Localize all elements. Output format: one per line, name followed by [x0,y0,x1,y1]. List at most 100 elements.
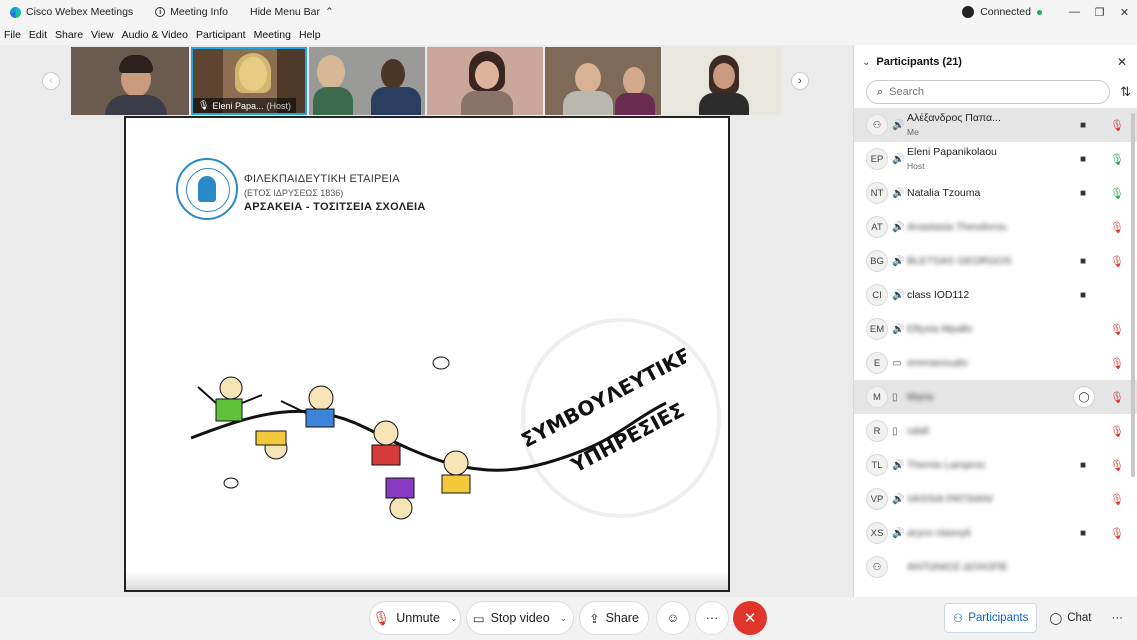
audio-icon: 🔊 [892,187,905,199]
school-name: ΑΡΣΑΚΕΙΑ - ΤΟΣΙΤΣΕΙΑ ΣΧΟΛΕΙΑ [244,201,426,213]
participant-row[interactable]: CI 🔊 class IOD112 ■ [854,278,1137,312]
stop-video-button[interactable]: ▭ Stop video ⌄ [466,601,574,635]
participants-toggle-button[interactable]: ⚇ Participants [943,603,1038,633]
muted-mic-icon[interactable]: 🎙 [1110,459,1124,472]
participant-row[interactable]: E ▭ emmanoualo 🎙 [854,346,1137,380]
smiley-icon: ☺ [666,611,680,625]
connection-status: Connected [980,6,1031,18]
restore-button[interactable]: ❐ [1087,6,1112,19]
chevron-down-icon[interactable]: ⌄ [450,613,458,624]
video-thumbnail[interactable] [663,47,781,115]
end-meeting-button[interactable]: ✕ [733,601,767,635]
participant-avatar: M [866,386,888,408]
participant-name: class IOD112 [907,289,970,301]
menu-audio-video[interactable]: Audio & Video [122,29,188,41]
participant-avatar: AT [866,216,888,238]
participant-avatar: TL [866,454,888,476]
minimize-button[interactable]: — [1062,6,1087,18]
person-icon: ⚇ [952,613,964,625]
strip-next-button[interactable]: › [791,72,809,90]
video-thumbnail[interactable] [71,47,189,115]
strip-prev-button[interactable]: ‹ [42,72,60,90]
participant-row[interactable]: VP 🔊 VASSIA PATSIANI 🎙 [854,482,1137,516]
chat-toggle-button[interactable]: ◯ Chat [1041,603,1099,633]
muted-mic-icon[interactable]: 🎙 [1110,425,1124,438]
org-founded: (ΕΤΟΣ ΙΔΡΥΣΕΩΣ 1836) [244,188,344,198]
participant-role: Host [907,161,925,171]
reactions-button[interactable]: ☺ [656,601,690,635]
participants-title: Participants (21) [876,56,962,68]
scrollbar[interactable] [1131,113,1135,477]
participant-name: aryco ctasoyli [907,527,971,539]
participant-row[interactable]: TL 🔊 Themis Lampros ■ 🎙 [854,448,1137,482]
participant-row[interactable]: AT 🔊 Anastasia Theodorou 🎙 [854,210,1137,244]
video-thumbnail[interactable] [427,47,543,115]
participant-row[interactable]: ⚇ 🔊 Αλέξανδρος Παπα... Me ■ 🎙 [854,108,1137,142]
phone-icon: ▯ [892,391,898,403]
muted-mic-icon[interactable]: 🎙 [1110,527,1124,540]
participant-row[interactable]: R ▯ ralali 🎙 [854,414,1137,448]
kids-illustration: ΣΥΜΒΟΥΛΕΥΤΙΚΕΣ ΥΠΗΡΕΣΙΕΣ [190,343,686,520]
menu-meeting[interactable]: Meeting [254,29,291,41]
participant-avatar: XS [866,522,888,544]
mic-icon[interactable]: 🎙 [1110,187,1124,200]
overflow-menu-button[interactable]: ··· [1104,603,1132,633]
phone-icon: ▯ [892,425,898,437]
menu-edit[interactable]: Edit [29,29,47,41]
participant-row[interactable]: EP 🔊 Eleni Papanikolaou Host ■ 🎙 [854,142,1137,176]
meeting-info-button[interactable]: i Meeting Info [151,0,232,24]
participant-role: Me [907,127,919,137]
close-window-button[interactable]: ✕ [1112,6,1137,19]
more-options-button[interactable]: ··· [695,601,729,635]
org-name: ΦΙΛΕΚΠΑΙΔΕΥΤΙΚΗ ΕΤΑΙΡΕΙΑ [244,173,400,185]
webex-logo-icon [10,6,21,18]
collapse-chevron-icon[interactable]: ⌄ [862,57,870,68]
sort-icon[interactable]: ⇅ [1120,84,1131,100]
participants-panel-header: ⌄ Participants (21) ✕ [854,45,1137,79]
menu-participant[interactable]: Participant [196,29,246,41]
participant-row[interactable]: EM 🔊 Eftyxia Mpallo 🎙 [854,312,1137,346]
participant-avatar: VP [866,488,888,510]
muted-mic-icon[interactable]: 🎙 [1110,255,1124,268]
menu-help[interactable]: Help [299,29,321,41]
muted-mic-icon[interactable]: 🎙 [1110,221,1124,234]
chevron-down-icon[interactable]: ⌄ [560,613,568,624]
menu-bar: File Edit Share View Audio & Video Parti… [0,24,1137,45]
unmute-button[interactable]: 🎙 Unmute ⌄ [369,601,461,635]
video-thumbnail[interactable] [309,47,425,115]
video-thumbnail-active-speaker[interactable]: 🎙 Eleni Papa... (Host) [191,47,307,115]
participant-row[interactable]: NT 🔊 Natalia Tzouma ■ 🎙 [854,176,1137,210]
title-bar: Cisco Webex Meetings i Meeting Info Hide… [0,0,1137,24]
participant-row[interactable]: XS 🔊 aryco ctasoyli ■ 🎙 [854,516,1137,550]
audio-icon: 🔊 [892,153,905,165]
hide-menu-bar-button[interactable]: Hide Menu Bar ⌃ [246,0,338,24]
menu-share[interactable]: Share [55,29,83,41]
video-thumbnail[interactable] [545,47,661,115]
close-panel-button[interactable]: ✕ [1117,55,1127,69]
video-camera-icon: ■ [1080,255,1087,267]
search-input[interactable] [889,86,1090,98]
participant-avatar: R [866,420,888,442]
person-avatar-icon: ⚇ [866,556,888,578]
mic-icon[interactable]: 🎙 [1110,153,1124,166]
menu-file[interactable]: File [4,29,21,41]
participant-name: Anastasia Theodorou [907,221,1007,233]
school-seal-logo [176,158,238,220]
muted-mic-icon[interactable]: 🎙 [1110,493,1124,506]
menu-view[interactable]: View [91,29,114,41]
participant-name: Maria [907,391,934,403]
share-button[interactable]: ⇪ Share [579,601,649,635]
muted-mic-icon[interactable]: 🎙 [1110,391,1124,404]
chat-bubble-icon[interactable]: ◯ [1073,386,1095,408]
participant-row[interactable]: M ▯ Maria ◯ 🎙 [854,380,1137,414]
video-camera-icon: ■ [1080,459,1087,471]
participant-search[interactable]: ⌕ [866,80,1110,104]
audio-icon: 🔊 [892,459,905,471]
participant-row[interactable]: BG 🔊 BLETSAS GEORGOS ■ 🎙 [854,244,1137,278]
participant-row[interactable]: ⚇ ΑΝΤΩΝΙΟΣ ΔΟΧΟΠΕ [854,550,1137,584]
muted-mic-icon[interactable]: 🎙 [1110,357,1124,370]
participant-avatar: CI [866,284,888,306]
muted-mic-icon[interactable]: 🎙 [1110,119,1124,132]
muted-mic-icon[interactable]: 🎙 [1110,323,1124,336]
mic-icon: 🎙 [198,100,210,110]
